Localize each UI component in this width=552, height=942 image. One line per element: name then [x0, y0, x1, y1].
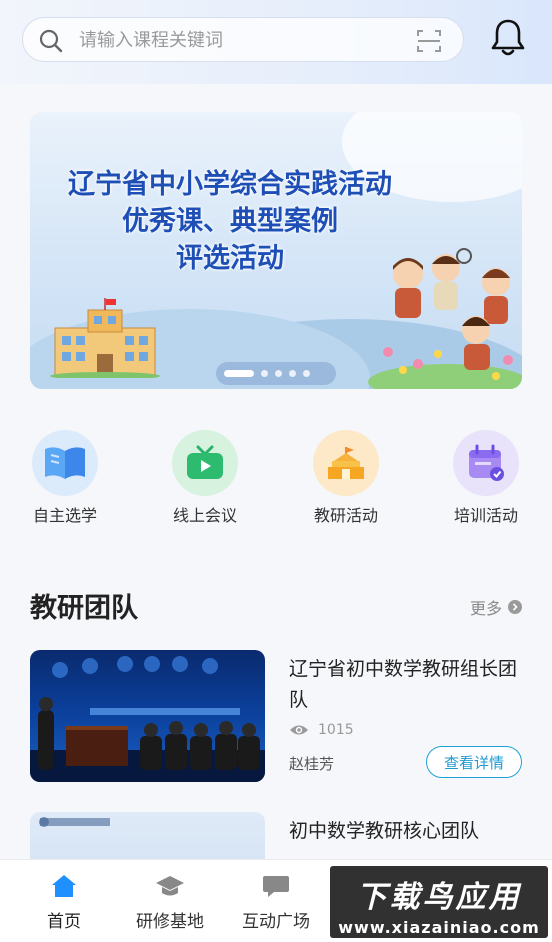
chevron-right-icon: [508, 600, 522, 614]
view-count: 1015: [289, 722, 354, 738]
carousel-dot[interactable]: [261, 370, 268, 377]
tab-home[interactable]: 首页: [14, 874, 114, 932]
banner-title-line: 辽宁省中小学综合实践活动: [68, 169, 392, 200]
scan-icon[interactable]: [416, 28, 442, 54]
home-icon: [52, 875, 76, 897]
search-icon: [39, 29, 63, 53]
building-icon: [313, 430, 379, 496]
team-leader: 赵桂芳: [289, 755, 335, 773]
carousel-dot[interactable]: [289, 370, 296, 377]
quick-action-research[interactable]: 教研活动: [296, 430, 396, 526]
watermark-overlay: 下载鸟应用 www.xiazainiao.com: [330, 866, 548, 938]
more-link[interactable]: 更多: [470, 595, 522, 619]
quick-action-label: 线上会议: [172, 506, 237, 525]
carousel-dot[interactable]: [303, 370, 310, 377]
video-tv-icon: [172, 430, 238, 496]
watermark-url: www.xiazainiao.com: [338, 918, 540, 937]
tab-label: 互动广场: [242, 912, 310, 932]
more-label: 更多: [469, 599, 502, 618]
team-thumbnail[interactable]: [30, 812, 265, 859]
notification-bell-icon[interactable]: [489, 18, 527, 58]
section-title: 教研团队: [30, 593, 138, 624]
quick-action-online-meeting[interactable]: 线上会议: [155, 430, 255, 526]
graduation-cap-icon: [156, 876, 184, 896]
tab-training-base[interactable]: 研修基地: [120, 874, 220, 932]
tab-interaction[interactable]: 互动广场: [226, 874, 326, 932]
team-card[interactable]: 辽宁省初中数学教研组长团队 1015 赵桂芳 查看详情: [30, 650, 522, 785]
thumbnail-image: [39, 817, 110, 827]
carousel-dot[interactable]: [275, 370, 282, 377]
book-icon: [32, 430, 98, 496]
chat-icon: [263, 876, 289, 897]
conference-photo: [30, 656, 265, 782]
search-input[interactable]: [79, 26, 399, 54]
carousel-indicator[interactable]: [216, 362, 336, 385]
tab-label: 首页: [47, 912, 81, 932]
search-bar[interactable]: [22, 17, 464, 62]
team-title[interactable]: 辽宁省初中数学教研组长团队: [289, 654, 524, 716]
team-title[interactable]: 初中数学教研核心团队: [289, 816, 522, 847]
banner-carousel[interactable]: 辽宁省中小学综合实践活动 优秀课、典型案例 评选活动: [30, 112, 522, 389]
quick-action-training[interactable]: 培训活动: [436, 430, 536, 526]
school-building-illustration: [50, 298, 160, 378]
section-header: 教研团队 更多: [30, 586, 522, 626]
carousel-dot-active[interactable]: [224, 370, 254, 377]
children-illustration: [368, 248, 522, 389]
team-card[interactable]: 初中数学教研核心团队: [30, 812, 522, 859]
banner-title-line: 优秀课、典型案例: [122, 206, 338, 237]
eye-icon: [290, 725, 308, 735]
calendar-check-icon: [453, 430, 519, 496]
team-thumbnail[interactable]: [30, 650, 265, 782]
quick-action-label: 培训活动: [453, 506, 518, 525]
tab-label: 研修基地: [136, 912, 204, 932]
quick-action-label: 自主选学: [32, 506, 97, 525]
quick-actions: 自主选学 线上会议 教研活动 培训活动: [0, 430, 552, 530]
watermark-title: 下载鸟应用: [356, 880, 522, 915]
quick-action-label: 教研活动: [313, 506, 378, 525]
view-details-button[interactable]: 查看详情: [426, 746, 522, 778]
quick-action-self-study[interactable]: 自主选学: [15, 430, 115, 526]
view-count-value: 1015: [318, 722, 354, 738]
